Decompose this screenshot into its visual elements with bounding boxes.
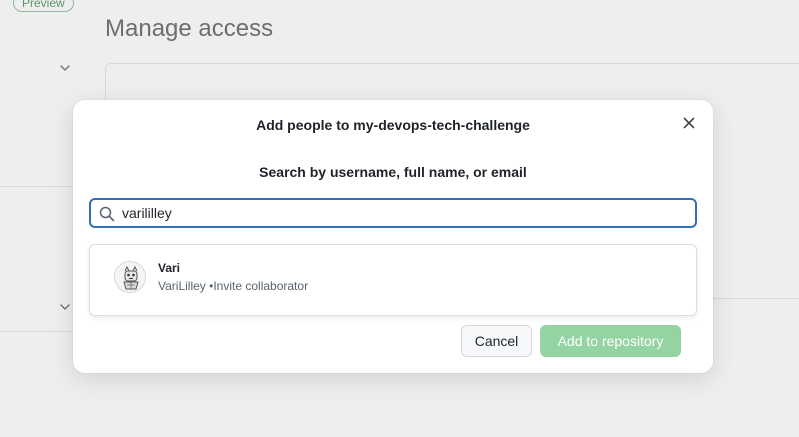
- search-results: Vari VariLilley •Invite collaborator: [89, 244, 697, 316]
- chevron-down-icon[interactable]: [58, 61, 72, 75]
- search-field[interactable]: [89, 198, 697, 228]
- close-icon: [683, 116, 695, 134]
- chevron-down-icon[interactable]: [58, 300, 72, 314]
- divider: [0, 186, 73, 187]
- close-button[interactable]: [679, 115, 699, 135]
- result-username: VariLilley: [158, 279, 206, 293]
- add-people-dialog: Add people to my-devops-tech-challenge S…: [73, 100, 713, 373]
- result-details: VariLilley •Invite collaborator: [158, 279, 309, 293]
- result-action: Invite collaborator: [213, 279, 309, 293]
- divider: [0, 331, 73, 332]
- preview-badge: Preview: [13, 0, 74, 12]
- search-input[interactable]: [122, 202, 682, 224]
- dialog-title: Add people to my-devops-tech-challenge: [256, 117, 530, 133]
- add-to-repository-button[interactable]: Add to repository: [540, 325, 681, 357]
- avatar: [114, 261, 146, 293]
- search-label: Search by username, full name, or email: [259, 164, 527, 180]
- result-name: Vari: [158, 261, 181, 275]
- page-title: Manage access: [105, 15, 274, 42]
- list-item[interactable]: Vari VariLilley •Invite collaborator: [90, 245, 696, 315]
- cancel-button[interactable]: Cancel: [461, 325, 532, 357]
- search-icon: [99, 206, 115, 222]
